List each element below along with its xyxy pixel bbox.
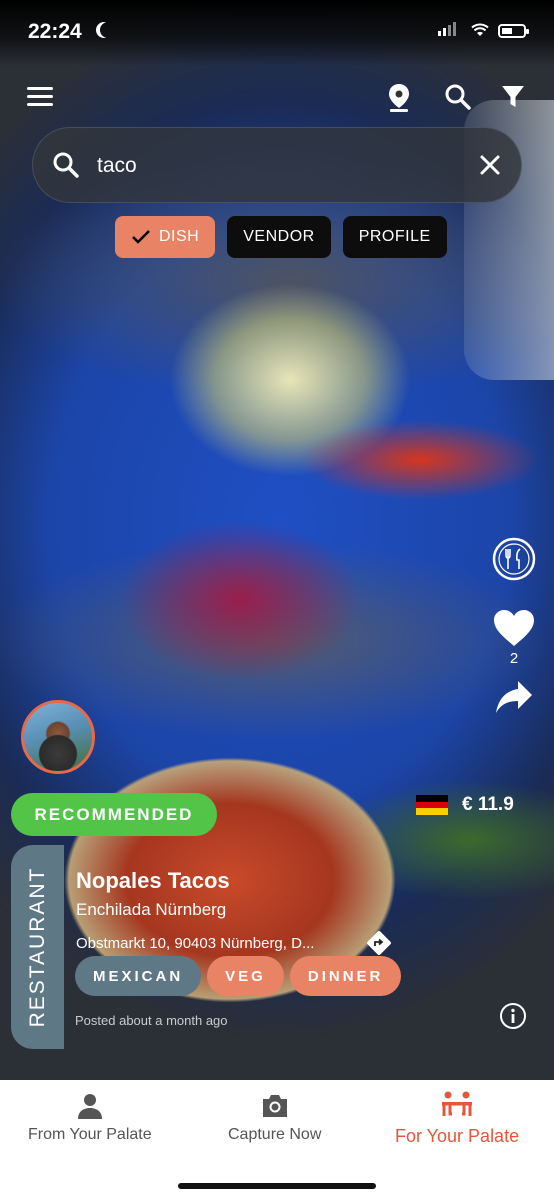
vendor-type-tag: RESTAURANT — [11, 845, 64, 1049]
signal-icon — [438, 22, 456, 36]
filter-icon[interactable] — [500, 82, 532, 112]
dish-name[interactable]: Nopales Tacos — [76, 868, 392, 894]
recommended-badge: RECOMMENDED — [11, 793, 217, 836]
search-input[interactable] — [97, 146, 457, 186]
nav-capture-now-label: Capture Now — [228, 1126, 322, 1143]
share-icon[interactable] — [494, 679, 534, 715]
chip-profile[interactable]: PROFILE — [342, 216, 447, 258]
clear-search-icon[interactable] — [475, 150, 505, 180]
info-icon[interactable] — [499, 1002, 527, 1030]
tag-mexican[interactable]: MEXICAN — [75, 956, 202, 996]
hamburger-menu-icon[interactable] — [27, 82, 59, 112]
chip-dish[interactable]: DISH — [115, 216, 216, 258]
dish-tags: MEXICAN VEG DINNER — [75, 956, 402, 996]
price: € 11.9 — [416, 794, 514, 816]
dish-info: Nopales Tacos Enchilada Nürnberg Obstmar… — [76, 868, 392, 956]
checkmark-icon — [132, 230, 150, 244]
posted-time: Posted about a month ago — [75, 1013, 228, 1028]
germany-flag-icon — [416, 795, 448, 816]
camera-icon — [262, 1095, 287, 1117]
status-time: 22:24 — [28, 20, 82, 43]
directions-icon[interactable] — [366, 930, 392, 956]
nav-from-your-palate[interactable]: From Your Palate — [28, 1092, 152, 1144]
vendor-type-label: RESTAURANT — [25, 866, 49, 1028]
tag-veg[interactable]: VEG — [207, 956, 284, 996]
nav-capture-now[interactable]: Capture Now — [228, 1092, 321, 1144]
heart-icon[interactable] — [492, 608, 536, 648]
search-icon[interactable] — [442, 82, 474, 112]
battery-icon — [498, 24, 529, 38]
status-bar: 22:24 — [0, 0, 554, 66]
vendor-address[interactable]: Obstmarkt 10, 90403 Nürnberg, D... — [76, 935, 356, 952]
chip-dish-label: DISH — [159, 228, 200, 245]
search-bar[interactable] — [32, 127, 522, 203]
like-count: 2 — [509, 650, 519, 667]
two-people-table-icon — [442, 1091, 473, 1116]
nav-for-your-palate[interactable]: For Your Palate — [395, 1090, 519, 1147]
fork-knife-plate-icon[interactable] — [491, 536, 537, 582]
chip-vendor[interactable]: VENDOR — [227, 216, 331, 258]
nav-for-your-palate-label: For Your Palate — [395, 1126, 520, 1146]
bottom-navigation: From Your Palate Capture Now For Your Pa… — [0, 1080, 554, 1200]
wifi-icon — [471, 23, 489, 36]
user-avatar[interactable] — [21, 700, 95, 774]
tag-dinner[interactable]: DINNER — [289, 956, 402, 996]
chip-profile-label: PROFILE — [358, 228, 431, 245]
do-not-disturb-icon — [100, 22, 116, 38]
nav-from-your-palate-label: From Your Palate — [28, 1126, 152, 1143]
search-type-chips: DISH VENDOR PROFILE — [115, 216, 447, 258]
search-icon — [53, 152, 79, 178]
price-value: € 11.9 — [462, 794, 514, 815]
side-actions: 2 — [490, 536, 538, 715]
location-pin-icon[interactable] — [386, 82, 418, 112]
chip-vendor-label: VENDOR — [243, 228, 315, 245]
home-indicator[interactable] — [178, 1183, 376, 1189]
vendor-name[interactable]: Enchilada Nürnberg — [76, 900, 392, 920]
person-icon — [77, 1094, 102, 1119]
